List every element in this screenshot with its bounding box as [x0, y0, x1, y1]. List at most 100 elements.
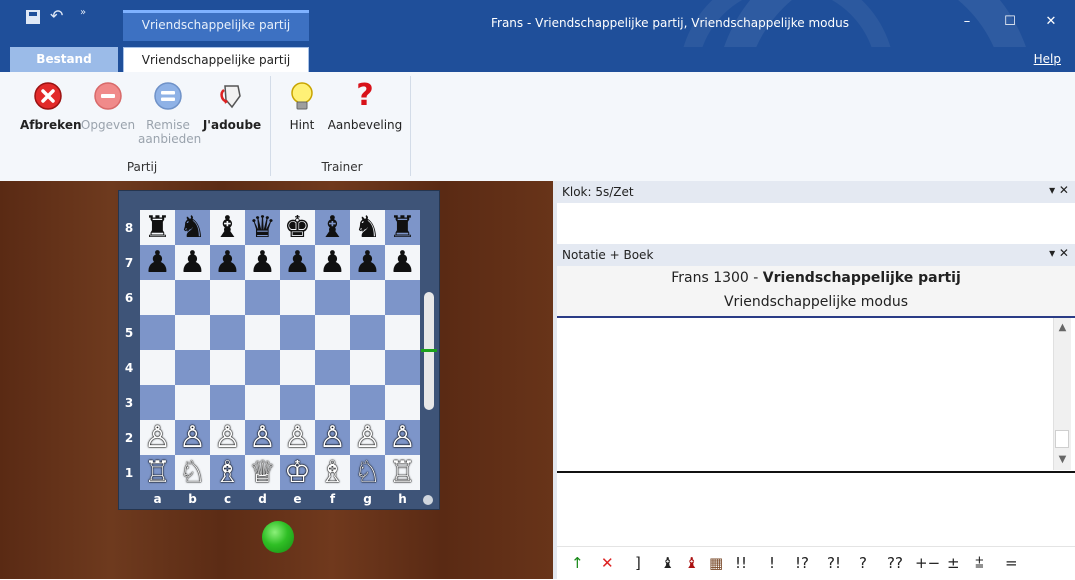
- square-g3[interactable]: [350, 385, 385, 420]
- annotation-button[interactable]: ♝: [661, 554, 674, 572]
- square-b1[interactable]: ♘: [175, 455, 210, 490]
- annotation-button[interactable]: ]: [635, 554, 641, 572]
- notation-panel-controls[interactable]: ▾ ✕: [1049, 246, 1069, 260]
- square-h6[interactable]: [385, 280, 420, 315]
- square-e1[interactable]: ♔: [280, 455, 315, 490]
- square-b4[interactable]: [175, 350, 210, 385]
- offer-draw-button[interactable]: Remise aanbieden: [138, 80, 201, 146]
- notation-area[interactable]: [557, 318, 1075, 471]
- square-c3[interactable]: [210, 385, 245, 420]
- square-f7[interactable]: ♟: [315, 245, 350, 280]
- scroll-down-icon[interactable]: ▼: [1054, 452, 1071, 468]
- annotation-button[interactable]: ♝: [685, 554, 698, 572]
- tab-friendly-game[interactable]: Vriendschappelijke partij: [123, 47, 309, 72]
- annotation-button[interactable]: ✕: [601, 554, 614, 572]
- square-e5[interactable]: [280, 315, 315, 350]
- annotation-button[interactable]: ▦: [709, 554, 723, 572]
- square-e6[interactable]: [280, 280, 315, 315]
- square-c5[interactable]: [210, 315, 245, 350]
- square-d1[interactable]: ♕: [245, 455, 280, 490]
- chess-piece[interactable]: ♜: [144, 210, 171, 245]
- square-a1[interactable]: ♖: [140, 455, 175, 490]
- square-b2[interactable]: ♙: [175, 420, 210, 455]
- chess-piece[interactable]: ♙: [319, 420, 346, 455]
- help-link[interactable]: Help: [1034, 52, 1061, 66]
- annotation-button[interactable]: ⩲: [975, 554, 984, 572]
- tab-file[interactable]: Bestand: [10, 47, 118, 72]
- chess-piece[interactable]: ♟: [144, 245, 171, 280]
- close-button[interactable]: ✕: [1036, 12, 1066, 32]
- annotation-button[interactable]: ?!: [827, 554, 841, 572]
- chess-piece[interactable]: ♕: [249, 455, 276, 490]
- square-g2[interactable]: ♙: [350, 420, 385, 455]
- chess-piece[interactable]: ♝: [214, 210, 241, 245]
- annotation-button[interactable]: ?: [859, 554, 867, 572]
- square-b3[interactable]: [175, 385, 210, 420]
- chess-piece[interactable]: ♛: [249, 210, 276, 245]
- square-h7[interactable]: ♟: [385, 245, 420, 280]
- chess-piece[interactable]: ♙: [249, 420, 276, 455]
- square-g7[interactable]: ♟: [350, 245, 385, 280]
- chess-piece[interactable]: ♘: [179, 455, 206, 490]
- chess-piece[interactable]: ♟: [179, 245, 206, 280]
- square-e7[interactable]: ♟: [280, 245, 315, 280]
- square-g8[interactable]: ♞: [350, 210, 385, 245]
- annotation-button[interactable]: !: [769, 554, 775, 572]
- square-f6[interactable]: [315, 280, 350, 315]
- chess-piece[interactable]: ♟: [319, 245, 346, 280]
- square-e4[interactable]: [280, 350, 315, 385]
- resign-button[interactable]: Opgeven: [80, 80, 136, 132]
- square-a3[interactable]: [140, 385, 175, 420]
- square-h8[interactable]: ♜: [385, 210, 420, 245]
- annotation-button[interactable]: !?: [795, 554, 809, 572]
- square-b5[interactable]: [175, 315, 210, 350]
- chess-piece[interactable]: ♗: [214, 455, 241, 490]
- square-d5[interactable]: [245, 315, 280, 350]
- square-f1[interactable]: ♗: [315, 455, 350, 490]
- chessboard[interactable]: ♜ ♞ ♝ ♛ ♚ ♝ ♞ ♜ ♟ ♟ ♟ ♟ ♟ ♟ ♟ ♟ ♙ ♙ ♙ ♙ ♙ ♙ ♙ ♙ ♖ ♘ ♗ ♕ ♔ ♗ ♘ ♖: [140, 210, 420, 490]
- square-f8[interactable]: ♝: [315, 210, 350, 245]
- square-a5[interactable]: [140, 315, 175, 350]
- square-d3[interactable]: [245, 385, 280, 420]
- square-a4[interactable]: [140, 350, 175, 385]
- square-d6[interactable]: [245, 280, 280, 315]
- square-e8[interactable]: ♚: [280, 210, 315, 245]
- chess-piece[interactable]: ♜: [389, 210, 416, 245]
- scroll-up-icon[interactable]: ▲: [1054, 320, 1071, 336]
- square-c4[interactable]: [210, 350, 245, 385]
- chess-piece[interactable]: ♘: [354, 455, 381, 490]
- save-icon[interactable]: [26, 10, 40, 24]
- chess-piece[interactable]: ♙: [284, 420, 311, 455]
- chess-piece[interactable]: ♗: [319, 455, 346, 490]
- annotation-button[interactable]: +−: [915, 554, 940, 572]
- square-e3[interactable]: [280, 385, 315, 420]
- square-f3[interactable]: [315, 385, 350, 420]
- square-b8[interactable]: ♞: [175, 210, 210, 245]
- square-c8[interactable]: ♝: [210, 210, 245, 245]
- clock-panel-controls[interactable]: ▾ ✕: [1049, 183, 1069, 197]
- square-a8[interactable]: ♜: [140, 210, 175, 245]
- annotation-button[interactable]: !!: [735, 554, 747, 572]
- square-f4[interactable]: [315, 350, 350, 385]
- board-corner-button[interactable]: [423, 495, 433, 505]
- square-b6[interactable]: [175, 280, 210, 315]
- annotation-button[interactable]: ±: [947, 554, 960, 572]
- square-f5[interactable]: [315, 315, 350, 350]
- chess-piece[interactable]: ♞: [354, 210, 381, 245]
- quick-access-more-icon[interactable]: »: [80, 7, 86, 18]
- square-g1[interactable]: ♘: [350, 455, 385, 490]
- square-g5[interactable]: [350, 315, 385, 350]
- square-h2[interactable]: ♙: [385, 420, 420, 455]
- chess-piece[interactable]: ♖: [144, 455, 171, 490]
- square-c1[interactable]: ♗: [210, 455, 245, 490]
- chess-piece[interactable]: ♚: [284, 210, 311, 245]
- square-a6[interactable]: [140, 280, 175, 315]
- chess-piece[interactable]: ♙: [389, 420, 416, 455]
- square-c6[interactable]: [210, 280, 245, 315]
- square-e2[interactable]: ♙: [280, 420, 315, 455]
- chess-piece[interactable]: ♖: [389, 455, 416, 490]
- chess-piece[interactable]: ♔: [284, 455, 311, 490]
- square-h5[interactable]: [385, 315, 420, 350]
- chess-piece[interactable]: ♙: [354, 420, 381, 455]
- hint-button[interactable]: Hint: [280, 80, 324, 132]
